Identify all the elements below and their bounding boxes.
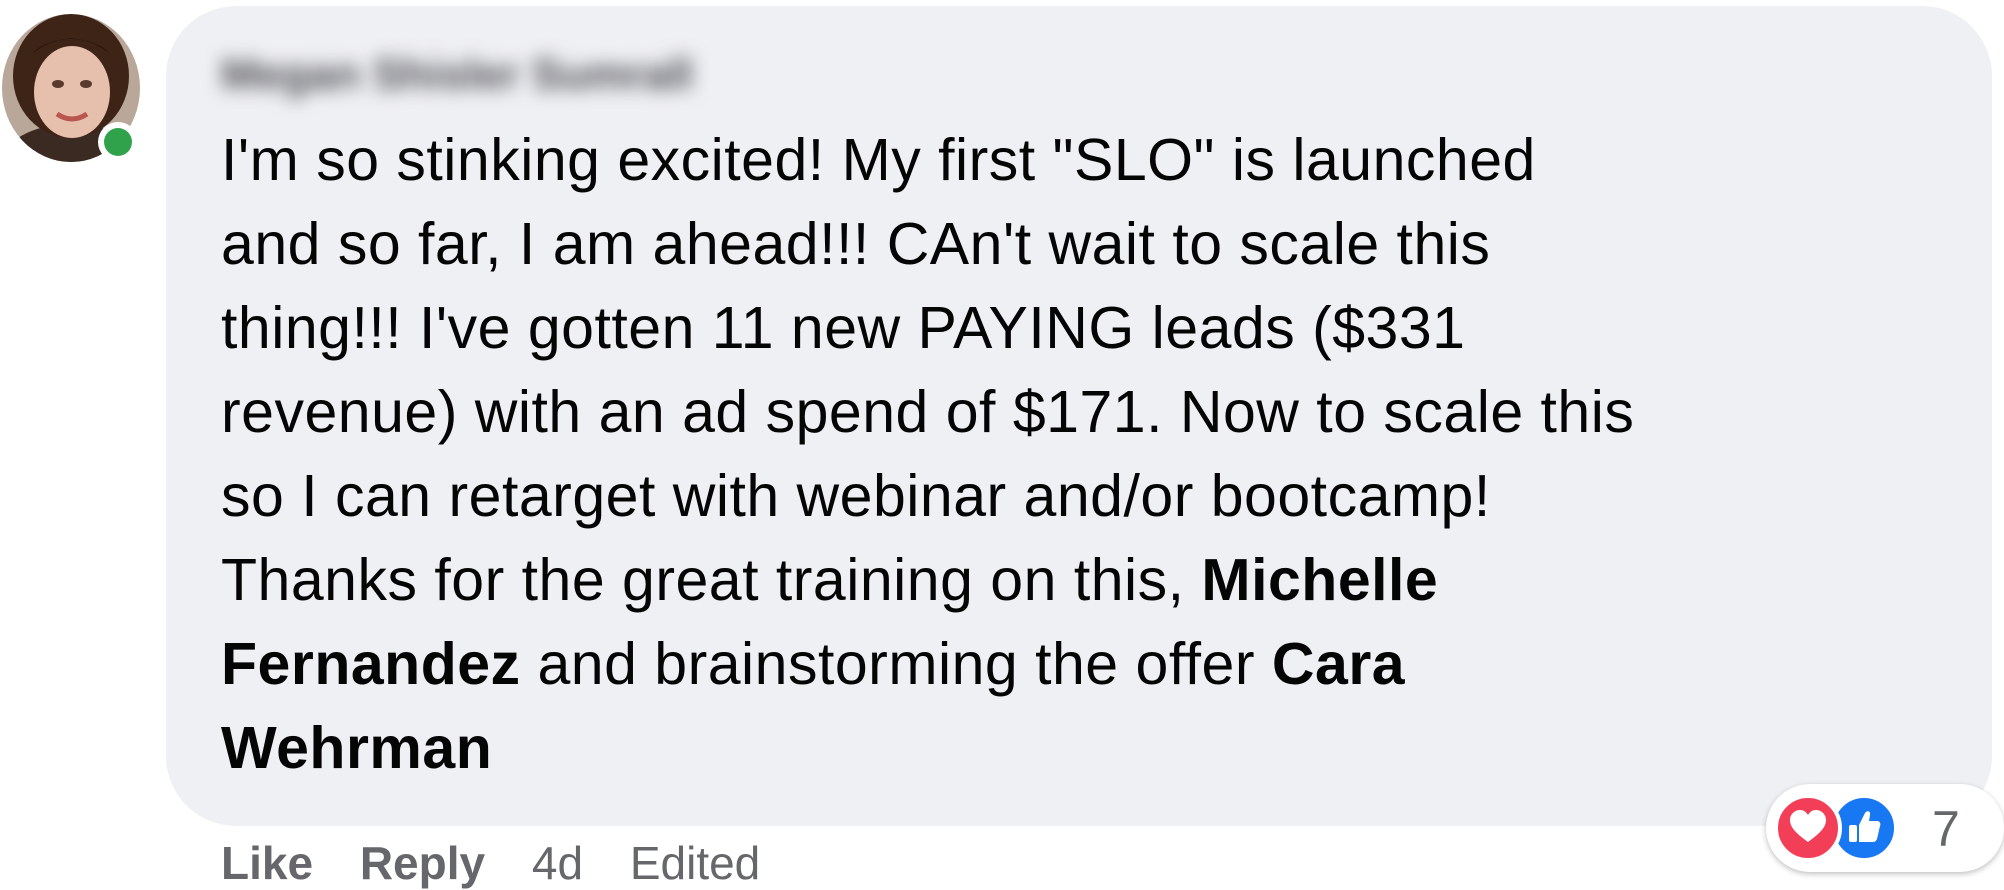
mention-michelle-fernandez[interactable]: Michelle: [1201, 547, 1438, 613]
mention-cara-wehrman[interactable]: Wehrman: [221, 715, 492, 781]
comment-text-segment: Thanks for the great training on this,: [221, 547, 1202, 613]
online-status-icon: [98, 122, 138, 162]
mention-michelle-fernandez[interactable]: Fernandez: [221, 631, 521, 697]
comment-author-name[interactable]: Megan Shisler Sumrall: [221, 50, 693, 100]
comment-line: I'm so stinking excited! My first "SLO" …: [221, 127, 1536, 193]
reply-link[interactable]: Reply: [360, 837, 485, 889]
comment-line: so I can retarget with webinar and/or bo…: [221, 463, 1491, 529]
avatar-container[interactable]: [0, 14, 144, 164]
comment-line: and so far, I am ahead!!! CAn't wait to …: [221, 211, 1491, 277]
comment-line: Thanks for the great training on this, M…: [221, 538, 1961, 622]
reaction-count: 7: [1932, 801, 1960, 857]
comment-actions: Like Reply 4d Edited: [221, 836, 760, 890]
comment-timestamp[interactable]: 4d: [532, 837, 583, 889]
love-reaction-icon: [1774, 794, 1842, 862]
edited-label[interactable]: Edited: [630, 837, 760, 889]
comment-line: revenue) with an ad spend of $171. Now t…: [221, 379, 1635, 445]
comment-text: I'm so stinking excited! My first "SLO" …: [221, 118, 1961, 790]
comment-line: thing!!! I've gotten 11 new PAYING leads…: [221, 295, 1466, 361]
comment-text-segment: and brainstorming the offer: [520, 631, 1272, 697]
mention-cara-wehrman[interactable]: Cara: [1272, 631, 1405, 697]
reactions-summary[interactable]: 7: [1766, 784, 2004, 872]
like-link[interactable]: Like: [221, 837, 313, 889]
comment-line: Wehrman: [221, 706, 1961, 790]
comment-line: Fernandez and brainstorming the offer Ca…: [221, 622, 1961, 706]
